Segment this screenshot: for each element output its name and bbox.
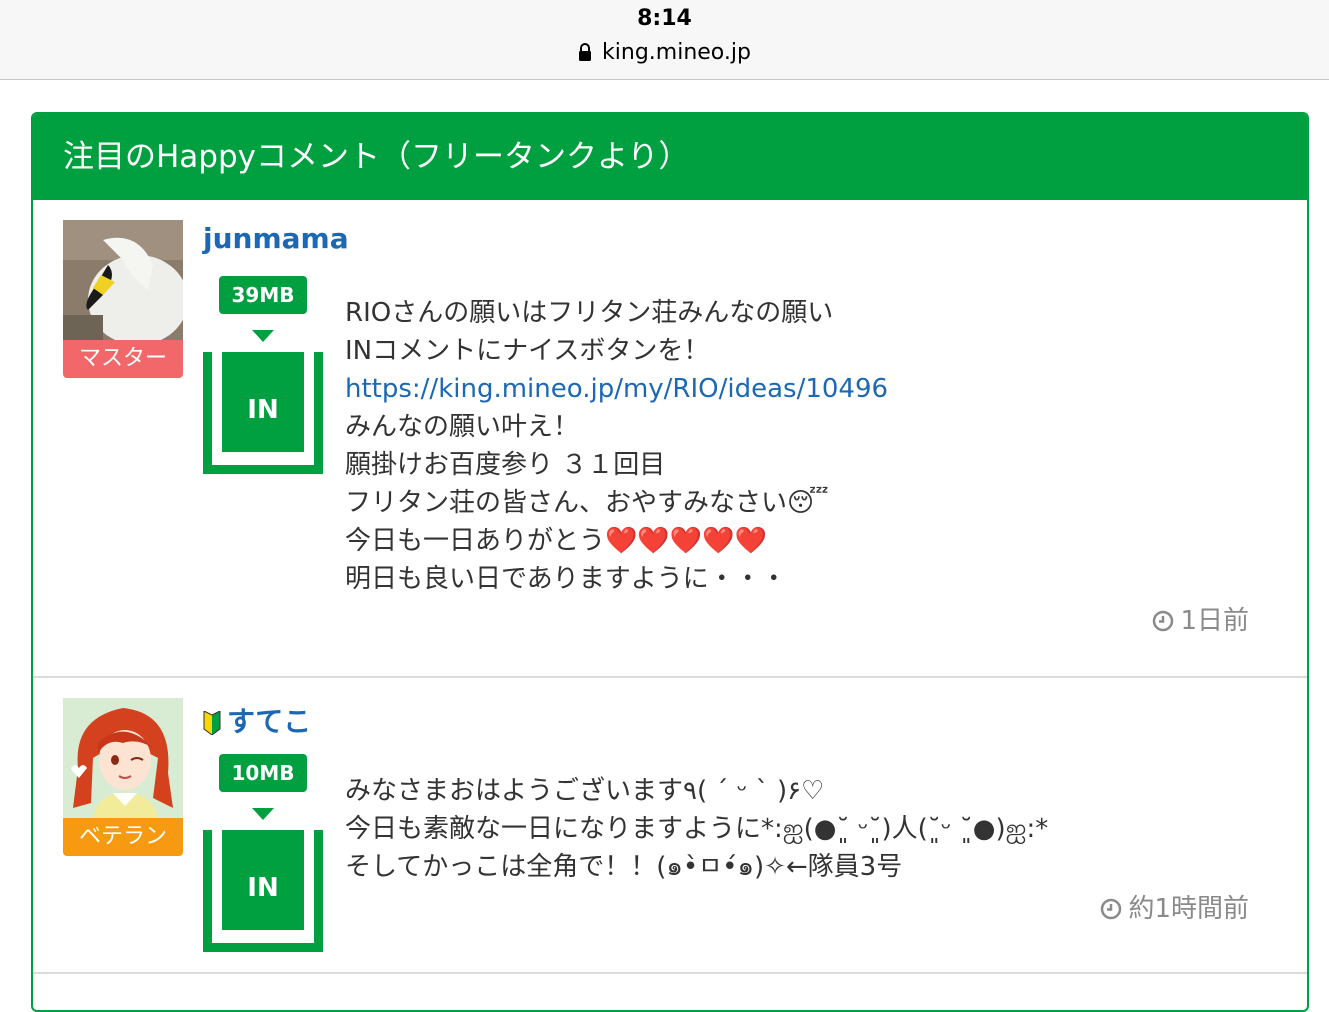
username-link[interactable]: すてこ <box>203 700 311 742</box>
comment-line: フリタン荘の皆さん、おやすみなさい😴 <box>345 488 829 518</box>
happy-comments-panel: 注目のHappyコメント（フリータンクより） マスター junmama 39MB… <box>31 112 1309 1012</box>
rank-badge: マスター <box>63 340 183 378</box>
comment-line: みんなの願い叶え！ <box>345 412 580 442</box>
lock-icon <box>578 42 592 67</box>
username-link[interactable]: junmama <box>203 222 349 255</box>
tank-indicator: 39MB IN <box>203 276 323 476</box>
browser-status-bar: 8:14 king.mineo.jp <box>0 0 1329 80</box>
timestamp-text: 1日前 <box>1180 606 1249 636</box>
comment-text: みなさまおはようございます٩( ´ ᵕ ` )۶♡ 今日も素敵な一日になりますよ… <box>345 772 1048 886</box>
comment-text: RIOさんの願いはフリタン荘みんなの願い INコメントにナイスボタンを！ htt… <box>345 294 888 598</box>
idea-link[interactable]: https://king.mineo.jp/my/RIO/ideas/10496 <box>345 374 888 404</box>
clock-icon <box>1152 609 1174 639</box>
timestamp: 1日前 <box>1152 600 1249 639</box>
swan-avatar-image <box>63 220 183 340</box>
comment-line: 明日も良い日でありますように・・・ <box>345 564 787 594</box>
address-bar[interactable]: king.mineo.jp <box>0 40 1329 67</box>
tank-indicator: 10MB IN <box>203 754 323 954</box>
url-text: king.mineo.jp <box>602 40 751 65</box>
avatar[interactable]: ベテラン <box>63 698 183 856</box>
username-text: すてこ <box>227 705 312 738</box>
clock-icon <box>1100 897 1122 927</box>
tank-icon: IN <box>203 830 323 952</box>
arrow-down-icon <box>252 330 274 342</box>
rank-badge: ベテラン <box>63 818 183 856</box>
beginner-mark-icon <box>203 709 221 742</box>
comment-item: マスター junmama 39MB IN RIOさんの願いはフリタン荘みんなの願… <box>33 200 1307 678</box>
panel-title: 注目のHappyコメント（フリータンクより） <box>33 114 1307 200</box>
comment-line: INコメントにナイスボタンを！ <box>345 336 710 366</box>
comment-line: 今日も素敵な一日になりますように*:ஐ(●˘͈ ᵕ˘͈)人(˘͈ᵕ ˘͈●)ஐ:… <box>345 814 1049 844</box>
comment-line: みなさまおはようございます٩( ´ ᵕ ` )۶♡ <box>345 776 825 806</box>
timestamp: 約1時間前 <box>1100 888 1249 927</box>
mb-amount-badge: 39MB <box>219 276 307 314</box>
hearts-emoji: ❤️❤️❤️❤️❤️ <box>605 526 767 556</box>
timestamp-text: 約1時間前 <box>1128 894 1249 924</box>
comment-line: そしてかっこは全角で！！(๑•̀ㅁ•́๑)✧←隊員3号 <box>345 852 903 882</box>
tank-icon: IN <box>203 352 323 474</box>
comment-line: 願掛けお百度参り ３１回目 <box>345 450 666 480</box>
anime-girl-avatar-image <box>63 698 183 818</box>
tank-in-label: IN <box>222 830 304 930</box>
comment-line-with-hearts: 今日も一日ありがとう❤️❤️❤️❤️❤️ <box>345 526 767 556</box>
arrow-down-icon <box>252 808 274 820</box>
avatar[interactable]: マスター <box>63 220 183 378</box>
comment-line: RIOさんの願いはフリタン荘みんなの願い <box>345 298 834 328</box>
tank-in-label: IN <box>222 352 304 452</box>
comment-item: ベテラン すてこ 10MB IN みなさまおはようございます٩( ´ ᵕ ` )… <box>33 678 1307 974</box>
status-time: 8:14 <box>637 6 692 31</box>
mb-amount-badge: 10MB <box>219 754 307 792</box>
